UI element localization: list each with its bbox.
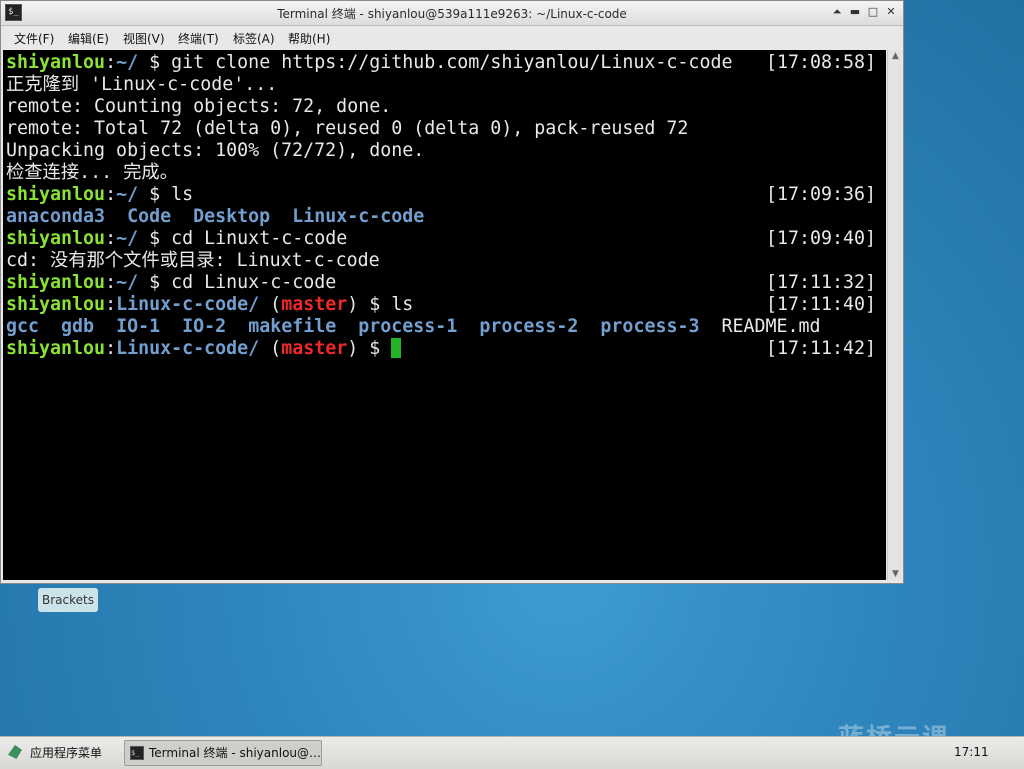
- maximize-button[interactable]: □: [865, 4, 881, 20]
- menu-edit[interactable]: 编辑(E): [68, 30, 109, 47]
- window-title: Terminal 终端 - shiyanlou@539a111e9263: ~/…: [277, 7, 627, 21]
- output-line: Unpacking objects: 100% (72/72), done.: [6, 140, 425, 161]
- ls-output-line: gcc gdb IO-1 IO-2 makefile process-1 pro…: [6, 316, 821, 338]
- terminal-output[interactable]: shiyanlou:~/ $ git clone https://github.…: [3, 50, 886, 580]
- dir-entry: IO-1: [116, 316, 161, 337]
- timestamp: [17:11:32]: [766, 272, 877, 293]
- command-text: cd Linux-c-code: [171, 272, 337, 293]
- menu-tabs[interactable]: 标签(A): [233, 30, 275, 47]
- terminal-line: shiyanlou:~/ $ ls: [6, 184, 194, 205]
- text-cursor: [391, 338, 402, 358]
- prompt-symbol: $: [149, 228, 161, 249]
- git-branch: master: [281, 338, 348, 359]
- desktop-icon-brackets[interactable]: Brackets: [38, 588, 98, 612]
- dir-entry: process-3: [600, 316, 700, 337]
- terminal-app-icon: $_: [130, 746, 144, 760]
- app-menu-button[interactable]: 应用程序菜单: [8, 744, 102, 761]
- menu-bar: 文件(F) 编辑(E) 视图(V) 终端(T) 标签(A) 帮助(H): [1, 26, 903, 48]
- prompt-path: ~/: [116, 272, 139, 293]
- prompt-path: Linux-c-code/: [116, 294, 260, 315]
- dir-entry: Desktop: [193, 206, 271, 227]
- terminal-line: shiyanlou:~/ $ cd Linuxt-c-code: [6, 228, 348, 249]
- terminal-line: shiyanlou:~/ $ git clone https://github.…: [6, 52, 733, 73]
- dir-entry: process-1: [358, 316, 458, 337]
- prompt-symbol: $: [369, 294, 381, 315]
- timestamp: [17:08:58]: [766, 52, 877, 73]
- prompt-user: shiyanlou: [6, 294, 106, 315]
- prompt-path: ~/: [116, 184, 139, 205]
- prompt-symbol: $: [149, 184, 161, 205]
- dir-entry: gdb: [61, 316, 95, 337]
- output-line: 正克隆到 'Linux-c-code'...: [6, 74, 278, 95]
- taskbar-terminal-label: Terminal 终端 - shiyanlou@…: [149, 746, 322, 760]
- prompt-symbol: $: [149, 272, 161, 293]
- clock[interactable]: 17:11: [954, 745, 989, 759]
- dir-entry: process-2: [479, 316, 579, 337]
- dir-entry: Linux-c-code: [292, 206, 425, 227]
- timestamp: [17:11:40]: [766, 294, 877, 315]
- terminal-window[interactable]: $_ Terminal 终端 - shiyanlou@539a111e9263:…: [0, 0, 904, 584]
- command-text: ls: [171, 184, 194, 205]
- git-branch: master: [281, 294, 348, 315]
- prompt-path: ~/: [116, 228, 139, 249]
- minimize-button[interactable]: ▬: [847, 4, 863, 20]
- prompt-symbol: $: [149, 52, 161, 73]
- app-menu-icon: [8, 745, 22, 759]
- vertical-scrollbar[interactable]: ▲ ▼: [887, 50, 902, 580]
- command-text: git clone https://github.com/shiyanlou/L…: [171, 52, 733, 73]
- command-text: ls: [391, 294, 414, 315]
- dir-entry: IO-2: [182, 316, 227, 337]
- prompt-path: ~/: [116, 52, 139, 73]
- dir-entry: makefile: [248, 316, 337, 337]
- title-bar[interactable]: $_ Terminal 终端 - shiyanlou@539a111e9263:…: [1, 1, 903, 26]
- output-line: 检查连接... 完成。: [6, 162, 178, 183]
- scroll-up-icon[interactable]: ▲: [890, 51, 901, 61]
- window-controls: ⏶ ▬ □ ✕: [829, 4, 899, 20]
- menu-terminal[interactable]: 终端(T): [178, 30, 219, 47]
- menu-help[interactable]: 帮助(H): [288, 30, 330, 47]
- app-menu-label: 应用程序菜单: [30, 746, 103, 760]
- prompt-path: Linux-c-code/: [116, 338, 260, 359]
- prompt-symbol: $: [369, 338, 381, 359]
- terminal-line: shiyanlou:Linux-c-code/ (master) $: [6, 338, 402, 360]
- prompt-user: shiyanlou: [6, 228, 106, 249]
- close-button[interactable]: ✕: [883, 4, 899, 20]
- taskbar-terminal-button[interactable]: $_ Terminal 终端 - shiyanlou@…: [124, 740, 322, 766]
- prompt-user: shiyanlou: [6, 52, 106, 73]
- timestamp: [17:11:42]: [766, 338, 877, 359]
- output-line: remote: Total 72 (delta 0), reused 0 (de…: [6, 118, 689, 139]
- ls-output-line: anaconda3 Code Desktop Linux-c-code: [6, 206, 424, 228]
- terminal-line: shiyanlou:Linux-c-code/ (master) $ ls: [6, 294, 414, 315]
- shade-button[interactable]: ⏶: [829, 4, 845, 20]
- scroll-down-icon[interactable]: ▼: [890, 569, 901, 579]
- timestamp: [17:09:36]: [766, 184, 877, 205]
- prompt-user: shiyanlou: [6, 184, 106, 205]
- terminal-line: shiyanlou:~/ $ cd Linux-c-code: [6, 272, 337, 293]
- dir-entry: gcc: [6, 316, 40, 337]
- menu-view[interactable]: 视图(V): [123, 30, 165, 47]
- dir-entry: anaconda3: [6, 206, 106, 227]
- timestamp: [17:09:40]: [766, 228, 877, 249]
- output-line: remote: Counting objects: 72, done.: [6, 96, 392, 117]
- command-text: cd Linuxt-c-code: [171, 228, 348, 249]
- menu-file[interactable]: 文件(F): [14, 30, 54, 47]
- prompt-user: shiyanlou: [6, 272, 106, 293]
- error-line: cd: 没有那个文件或目录: Linuxt-c-code: [6, 250, 380, 271]
- taskbar: 应用程序菜单 $_ Terminal 终端 - shiyanlou@… 17:1…: [0, 736, 1024, 769]
- dir-entry: Code: [127, 206, 172, 227]
- prompt-user: shiyanlou: [6, 338, 106, 359]
- file-entry: README.md: [721, 316, 821, 337]
